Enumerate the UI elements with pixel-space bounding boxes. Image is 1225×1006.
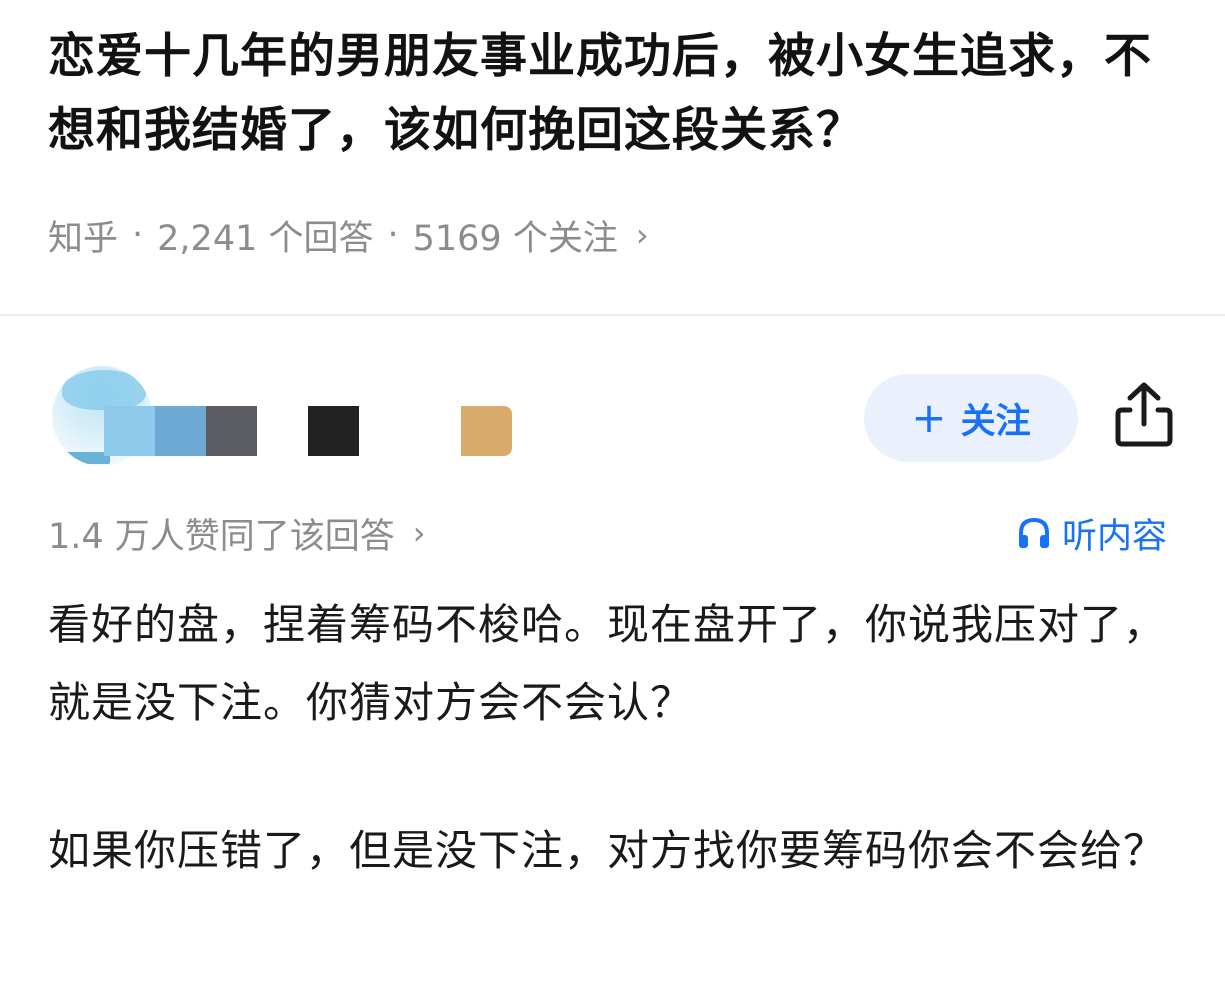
listen-label: 听内容 [1062, 516, 1168, 557]
name-mosaic-block [206, 406, 257, 456]
share-icon[interactable] [1112, 380, 1176, 450]
share-icon-graphic [1115, 382, 1173, 447]
answers-count: 2,241 个回答 [157, 218, 374, 259]
followers-count: 5169 个关注 [412, 218, 618, 259]
author-row: + 关注 [48, 366, 1188, 472]
zhihu-answer-page: 恋爱十几年的男朋友事业成功后，被小女生追求，不想和我结婚了，该如何挽回这段关系？… [0, 0, 1225, 1006]
name-mosaic-block [257, 406, 308, 456]
avatar-ring [62, 370, 146, 410]
approval-count[interactable]: 1.4 万人赞同了该回答 › [48, 506, 426, 560]
chevron-right-icon: › [412, 514, 426, 552]
source-label: 知乎 [48, 218, 119, 259]
name-mosaic-block [359, 406, 410, 456]
name-mosaic-block [308, 406, 359, 456]
approval-text: 1.4 万人赞同了该回答 [48, 516, 395, 557]
name-mosaic-block [155, 406, 206, 456]
name-mosaic-block [104, 406, 155, 456]
answer-paragraph: 如果你压错了，但是没下注，对方找你要筹码你会不会给？ [48, 826, 1167, 875]
headphones-icon [1019, 517, 1049, 548]
question-meta[interactable]: 知乎 · 2,241 个回答 · 5169 个关注 › [48, 208, 649, 262]
question-title[interactable]: 恋爱十几年的男朋友事业成功后，被小女生追求，不想和我结婚了，该如何挽回这段关系？ [48, 20, 1188, 168]
meta-separator: · [387, 215, 399, 255]
plus-icon: + [911, 393, 947, 442]
chevron-right-icon: › [635, 216, 649, 254]
follow-button[interactable]: + 关注 [864, 374, 1078, 462]
section-divider [0, 314, 1225, 316]
meta-separator: · [132, 215, 144, 255]
answer-paragraph: 看好的盘，捏着筹码不梭哈。现在盘开了，你说我压对了，就是没下注。你猜对方会不会认… [48, 600, 1167, 727]
answer-body[interactable]: 看好的盘，捏着筹码不梭哈。现在盘开了，你说我压对了，就是没下注。你猜对方会不会认… [48, 586, 1188, 960]
follow-label: 关注 [960, 401, 1031, 442]
author-name-obscured[interactable] [104, 406, 574, 456]
listen-button[interactable]: 听内容 [1016, 506, 1167, 560]
name-mosaic-block [410, 406, 461, 456]
name-mosaic-block [461, 406, 512, 456]
